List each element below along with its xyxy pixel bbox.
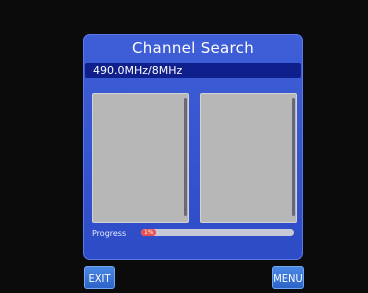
menu-button[interactable]: MENU bbox=[272, 266, 304, 289]
channel-list-left bbox=[92, 93, 189, 223]
channel-search-dialog: Channel Search 490.0MHz/8MHz Progress 1% bbox=[83, 34, 303, 260]
progress-label: Progress bbox=[92, 229, 127, 238]
scrollbar-right[interactable] bbox=[292, 98, 295, 216]
exit-button[interactable]: EXIT bbox=[84, 266, 115, 289]
tv-screen: Channel Search 490.0MHz/8MHz Progress 1%… bbox=[0, 0, 368, 293]
progress-bar: 1% bbox=[141, 229, 294, 236]
dialog-title: Channel Search bbox=[131, 39, 255, 57]
frequency-readout: 490.0MHz/8MHz bbox=[93, 64, 183, 77]
channel-list-right bbox=[200, 93, 297, 223]
frequency-bar: 490.0MHz/8MHz bbox=[85, 63, 301, 78]
progress-percent: 1% bbox=[144, 229, 154, 236]
scrollbar-left[interactable] bbox=[184, 98, 187, 216]
